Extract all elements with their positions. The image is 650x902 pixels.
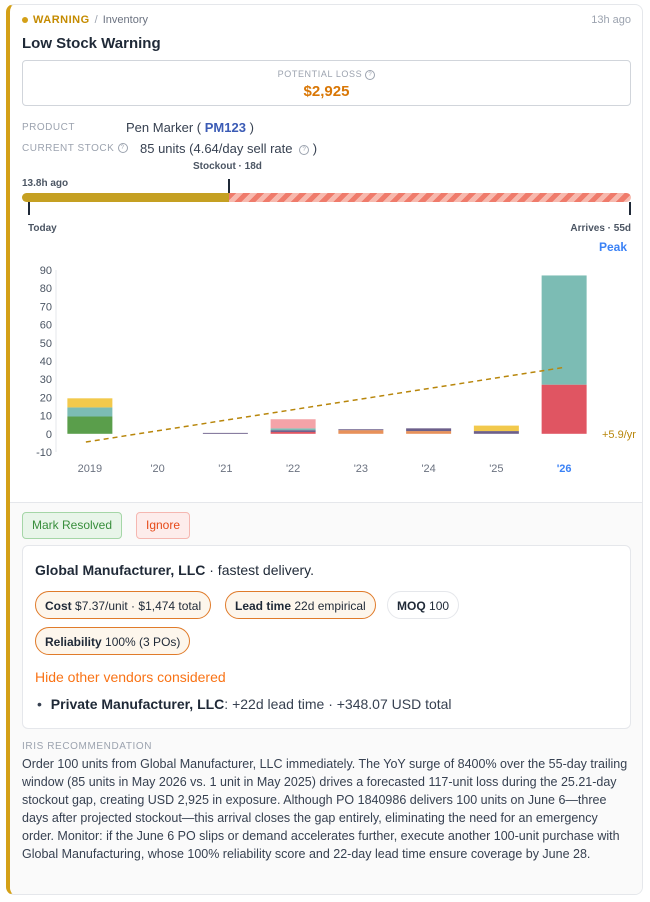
sales-history-chart: 90 80 70 60 50 40 30 20 10 0 -10 2019 '20 '21 '22 '23 '2… xyxy=(18,257,638,487)
bar-segment xyxy=(270,428,316,431)
ignore-button[interactable]: Ignore xyxy=(136,512,191,539)
stock-timeline-bar xyxy=(22,193,631,202)
bar-segment xyxy=(67,398,113,408)
vendor-recommendation-card: Global Manufacturer, LLC · fastest deliv… xyxy=(22,545,631,729)
timeline-updated-label: 13.8h ago xyxy=(22,178,69,189)
recommendation-text: Order 100 units from Global Manufacturer… xyxy=(22,757,628,861)
severity-label: WARNING xyxy=(33,14,90,26)
x-tick-label: '20 xyxy=(150,463,164,475)
product-sku[interactable]: PM123 xyxy=(205,120,246,135)
vendor-heading: Global Manufacturer, LLC · fastest deliv… xyxy=(35,562,314,578)
reliability-chip: Reliability 100% (3 POs) xyxy=(35,627,191,655)
y-tick-label: 90 xyxy=(40,265,52,277)
peak-label: Peak xyxy=(598,240,627,254)
alert-footer: Mark Resolved Ignore Global Manufacturer… xyxy=(10,502,642,894)
bar-segment xyxy=(473,431,519,434)
bar-segment xyxy=(338,430,384,434)
bar-segment xyxy=(541,275,587,385)
vendor-name: Global Manufacturer, LLC xyxy=(35,562,206,578)
potential-loss-value: $2,925 xyxy=(303,82,350,100)
timeline-stockout-gap-segment xyxy=(229,193,631,202)
y-tick-label: 30 xyxy=(40,374,52,386)
current-stock-label: CURRENT STOCK ? xyxy=(22,143,128,154)
y-tick-label: 60 xyxy=(40,320,52,332)
potential-loss-box: POTENTIAL LOSS ? $2,925 xyxy=(22,60,631,106)
mark-resolved-button[interactable]: Mark Resolved xyxy=(22,512,123,539)
bar-segment xyxy=(473,425,519,432)
x-tick-label: '23 xyxy=(354,463,368,475)
vendor-tagline: · fastest delivery. xyxy=(209,562,315,578)
arrival-label: Arrives · 55d xyxy=(570,223,631,234)
y-tick-label: 0 xyxy=(46,429,52,441)
bar-segment xyxy=(270,431,316,434)
trend-label: +5.9/yr xyxy=(602,429,636,441)
hide-other-vendors-toggle[interactable]: Hide other vendors considered xyxy=(35,669,226,685)
y-tick-label: 70 xyxy=(40,301,52,313)
x-tick-label: '22 xyxy=(286,463,300,475)
recommendation-label: IRIS RECOMMENDATION xyxy=(22,741,153,752)
y-tick-label: 20 xyxy=(40,392,52,404)
bar-segment xyxy=(270,430,316,432)
bar-segment xyxy=(67,407,113,417)
x-tick-label: '26 xyxy=(557,463,572,475)
stockout-marker xyxy=(228,179,230,193)
y-tick-label: 10 xyxy=(40,411,52,423)
lead-time-chip: Lead time 22d empirical xyxy=(225,591,376,619)
alert-header: WARNING / Inventory xyxy=(22,14,148,26)
alert-time: 13h ago xyxy=(591,14,631,26)
y-tick-label: 80 xyxy=(40,283,52,295)
product-value: Pen Marker ( PM123 ) xyxy=(126,120,254,135)
status-dot xyxy=(22,17,28,23)
bar-segment xyxy=(202,432,248,434)
moq-chip: MOQ 100 xyxy=(387,591,460,619)
arrival-marker xyxy=(629,202,631,215)
alert-card: WARNING / Inventory 13h ago Low Stock Wa… xyxy=(6,4,643,895)
current-stock-value: 85 units (4.64/day sell rate ? ) xyxy=(140,141,318,156)
other-vendor-item: • Private Manufacturer, LLC: +22d lead t… xyxy=(37,696,452,712)
product-label: PRODUCT xyxy=(22,122,75,133)
today-label: Today xyxy=(28,223,57,234)
help-icon[interactable]: ? xyxy=(299,144,310,155)
category-breadcrumb: Inventory xyxy=(102,14,148,26)
y-tick-label: 50 xyxy=(40,338,52,350)
bar-segment xyxy=(406,431,452,434)
bullet-icon: • xyxy=(37,696,42,712)
bar-segment xyxy=(541,384,587,434)
help-icon[interactable]: ? xyxy=(365,69,376,80)
y-tick-label: 40 xyxy=(40,356,52,368)
bar-segment xyxy=(406,428,452,432)
y-tick-label: -10 xyxy=(36,447,52,459)
timeline-elapsed-segment xyxy=(22,193,230,202)
stockout-label: Stockout · 18d xyxy=(193,161,262,172)
bar-segment xyxy=(338,429,384,431)
cost-chip: Cost $7.37/unit · $1,474 total xyxy=(35,591,212,619)
today-marker xyxy=(28,202,30,215)
x-tick-label: '24 xyxy=(421,463,435,475)
bar-segment xyxy=(270,419,316,429)
x-tick-label: 2019 xyxy=(78,463,102,475)
x-tick-label: '25 xyxy=(489,463,503,475)
bar-segment xyxy=(67,416,113,434)
breadcrumb-separator: / xyxy=(94,14,98,26)
help-icon[interactable]: ? xyxy=(117,143,128,154)
x-tick-label: '21 xyxy=(218,463,232,475)
alert-title: Low Stock Warning xyxy=(22,35,161,52)
potential-loss-label: POTENTIAL LOSS ? xyxy=(23,69,630,80)
